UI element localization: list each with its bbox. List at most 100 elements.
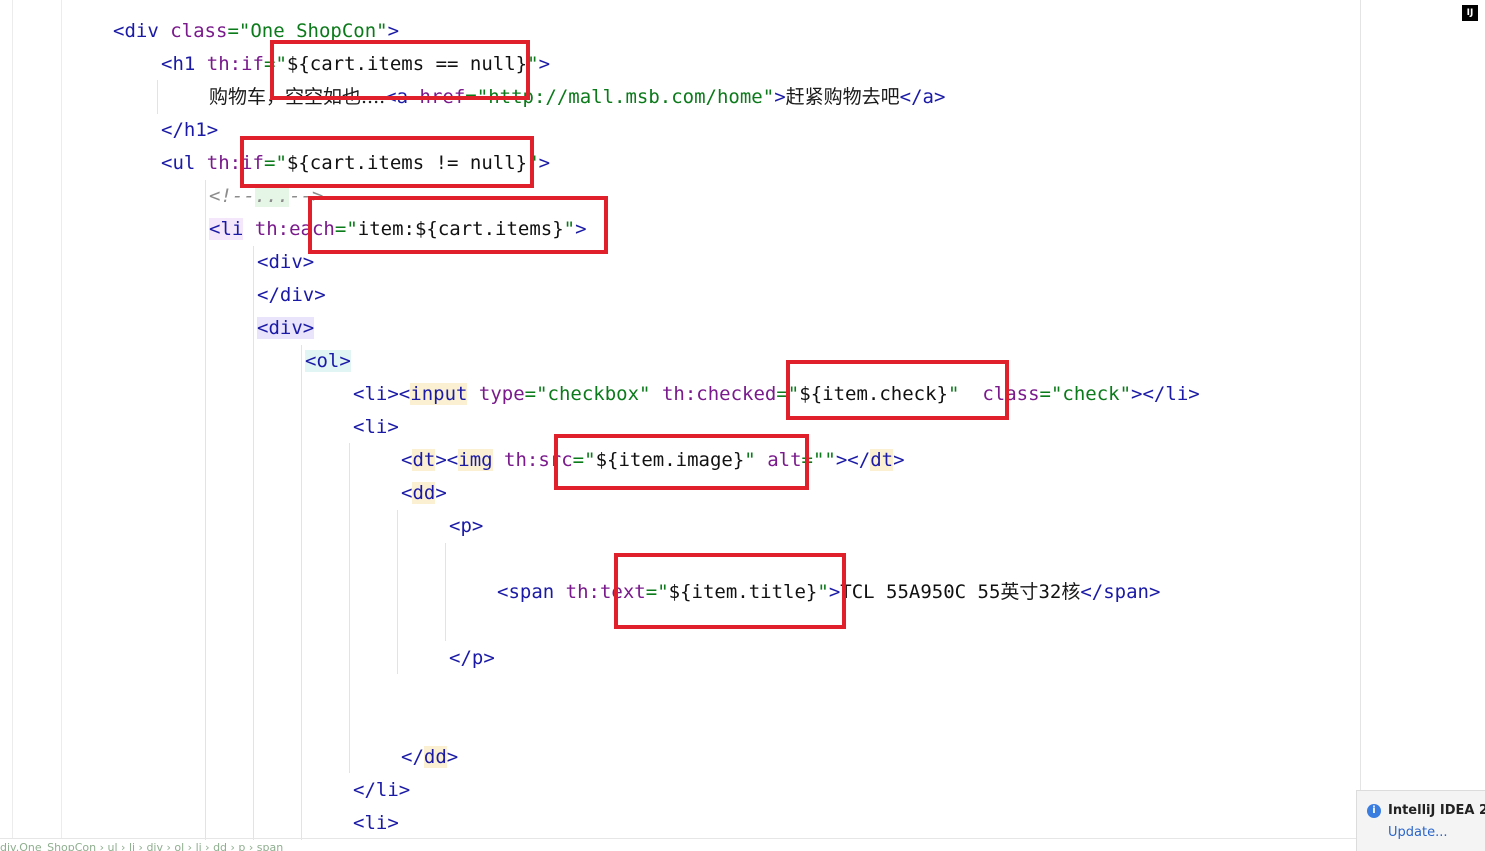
code-token: =" [645,581,669,603]
code-token: ="" [801,449,836,471]
code-line[interactable]: </div> [257,282,326,308]
code-token: th:if [206,53,264,75]
code-line[interactable]: <li><input type="checkbox" th:checked="$… [353,381,1200,407]
code-token: class [982,383,1040,405]
code-token: > [387,383,399,405]
update-notification[interactable]: i IntelliJ IDEA 2021 Update... [1356,790,1485,851]
code-token: > [483,647,495,669]
code-token: p [460,515,472,537]
code-token: type [478,383,525,405]
code-token: li [364,416,388,438]
code-token: --> [289,185,324,207]
code-token: > [435,449,447,471]
code-token: li [375,779,399,801]
code-line[interactable]: </dd> [401,744,458,770]
notification-title: IntelliJ IDEA 2021 [1388,803,1485,818]
code-token: < [497,581,509,603]
code-token: ${item.title} [668,581,818,603]
code-token: > [398,779,411,801]
code-line[interactable]: <div> [257,249,314,275]
intellij-icon[interactable]: IJ [1462,5,1478,21]
code-token: < [161,53,173,75]
code-token: =" [572,449,596,471]
code-line[interactable]: <p> [449,513,483,539]
code-line[interactable]: <ol> [305,348,351,374]
code-token: 32 [1038,581,1062,603]
code-token: " [563,218,576,240]
code-line[interactable]: <!--...--> [209,183,323,209]
code-token: < [209,218,221,240]
code-line[interactable]: <li th:each="item:${cart.items}"> [209,216,587,242]
code-token: a [396,86,409,108]
code-line[interactable]: <h1 th:if="${cart.items == null}"> [161,51,550,77]
code-line[interactable]: </p> [449,645,495,671]
code-line[interactable]: </h1> [161,117,218,143]
code-line[interactable]: <dt><img th:src="${item.image}" alt=""><… [401,447,905,473]
code-token: < [385,86,397,108]
code-line[interactable]: <div class="One_ShopCon"> [113,18,399,44]
code-token: < [305,350,317,372]
code-token: One_ShopCon [250,20,377,42]
code-line[interactable]: <span th:text="${item.title}">TCL 55A950… [497,579,1160,605]
code-token: span [1103,581,1149,603]
code-token: li [364,812,388,834]
code-token: ="checkbox" [524,383,651,405]
code-token: > [1188,383,1200,405]
code-line[interactable]: <div> [257,315,315,341]
code-token: =" [264,152,287,174]
code-token: < [353,416,365,438]
indent-guide [253,246,254,840]
code-token: > [575,218,587,240]
code-token: </ [899,86,923,108]
code-token: th:src [504,449,573,471]
code-token: =" [227,20,251,42]
code-line[interactable]: <dd> [401,480,447,506]
code-token: ... [254,185,290,207]
code-token: > [435,482,447,504]
indent-guide [301,345,302,840]
code-token: ul [172,152,196,174]
code-token: span [508,581,555,603]
code-line[interactable]: <ul th:if="${cart.items != null}"> [161,150,550,176]
code-token: th:each [254,218,335,240]
code-line[interactable]: </li> [353,777,410,803]
code-token: div [268,317,303,339]
code-token: http://mall.msb.com/home [488,86,763,108]
code-line[interactable]: <li> [353,414,399,440]
code-line[interactable]: 购物车，空空如也....<a href="http://mall.msb.com… [209,84,945,110]
code-token: ${item.check} [799,383,948,405]
code-token: > [934,86,946,108]
code-token: > [206,119,219,141]
code-token: li [1165,383,1189,405]
code-token: ol [316,350,340,372]
code-token: < [398,383,411,405]
code-token: </ [847,449,871,471]
breadcrumb[interactable]: div.One_ShopCon › ul › li › div › ol › l… [0,838,1356,851]
code-token: > [387,20,400,42]
update-link[interactable]: Update... [1388,825,1447,840]
code-token: < [446,449,459,471]
code-token: li [364,383,388,405]
code-token: 英寸 [1000,581,1039,603]
code-token: < [353,812,365,834]
code-token: th:text [565,581,646,603]
code-token: > [893,449,905,471]
code-line[interactable]: <li> [353,810,399,836]
code-token: " [527,152,539,174]
code-token: th:if [206,152,264,174]
code-token: =" [334,218,358,240]
code-token: " [762,86,775,108]
code-token: < [449,515,461,537]
code-token: h1 [183,119,207,141]
code-token: div [268,251,303,273]
code-token: 核 [1061,581,1081,603]
indent-guide [445,543,446,641]
